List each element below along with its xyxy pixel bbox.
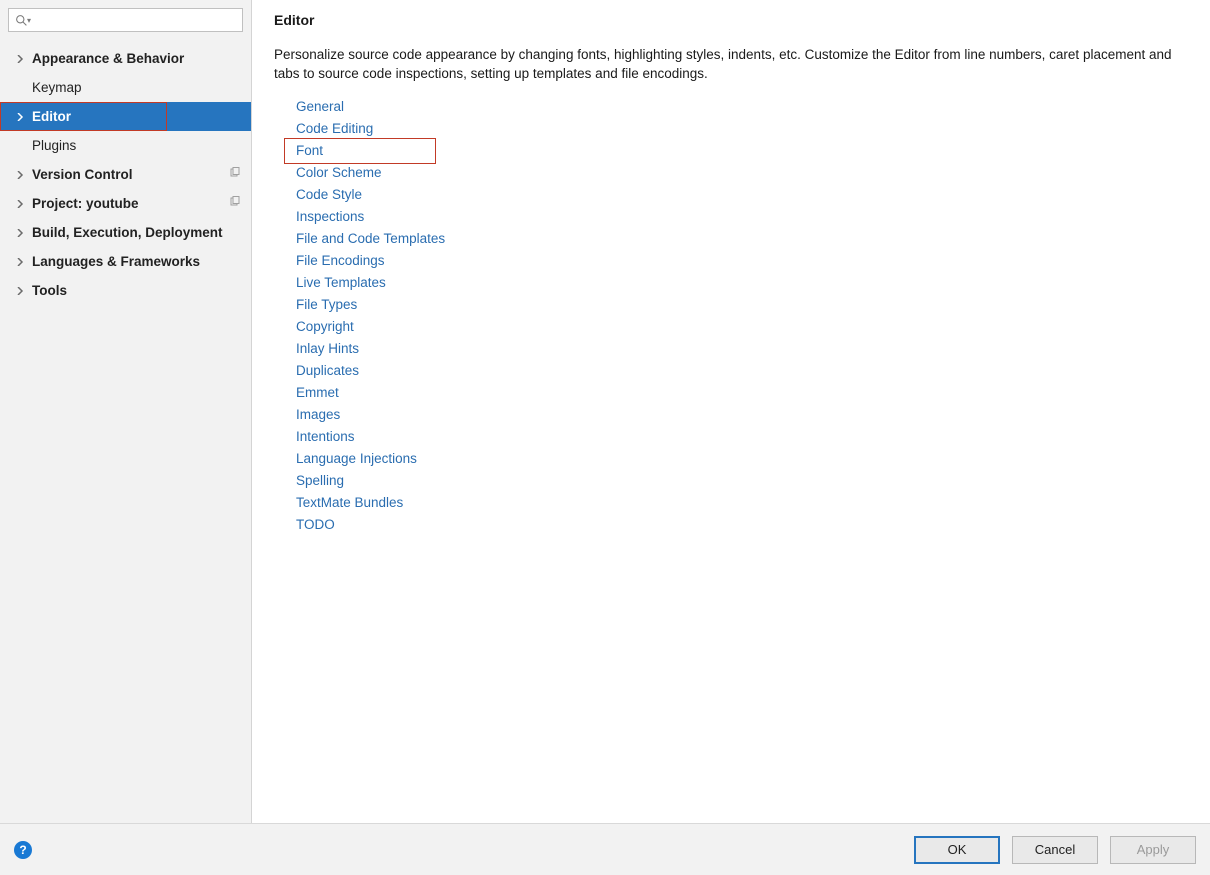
- search-icon: ▾: [15, 14, 31, 27]
- subpage-link-font[interactable]: Font: [296, 140, 1188, 162]
- sidebar-item-label: Build, Execution, Deployment: [32, 225, 223, 240]
- subpage-link-general[interactable]: General: [296, 96, 1188, 118]
- subpage-link-file-and-code-templates[interactable]: File and Code Templates: [296, 228, 1188, 250]
- subpage-link-language-injections[interactable]: Language Injections: [296, 448, 1188, 470]
- help-button[interactable]: ?: [14, 841, 32, 859]
- sidebar-item-keymap[interactable]: Keymap: [0, 73, 251, 102]
- subpage-link-copyright[interactable]: Copyright: [296, 316, 1188, 338]
- subpage-link-duplicates[interactable]: Duplicates: [296, 360, 1188, 382]
- dialog-button-bar: ? OK Cancel Apply: [0, 823, 1210, 875]
- subpage-link-file-types[interactable]: File Types: [296, 294, 1188, 316]
- chevron-right-icon: [12, 287, 28, 295]
- sidebar-item-version-control[interactable]: Version Control: [0, 160, 251, 189]
- page-description: Personalize source code appearance by ch…: [274, 46, 1188, 84]
- subpage-link-color-scheme[interactable]: Color Scheme: [296, 162, 1188, 184]
- chevron-right-icon: [12, 55, 28, 63]
- chevron-right-icon: [12, 171, 28, 179]
- project-scope-icon: [229, 167, 241, 182]
- subpage-link-intentions[interactable]: Intentions: [296, 426, 1188, 448]
- subpage-link-file-encodings[interactable]: File Encodings: [296, 250, 1188, 272]
- sidebar-item-label: Languages & Frameworks: [32, 254, 200, 269]
- subpage-link-textmate-bundles[interactable]: TextMate Bundles: [296, 492, 1188, 514]
- sidebar-item-appearance-behavior[interactable]: Appearance & Behavior: [0, 44, 251, 73]
- sidebar-item-label: Keymap: [32, 80, 82, 95]
- sidebar-item-project-youtube[interactable]: Project: youtube: [0, 189, 251, 218]
- sidebar-item-tools[interactable]: Tools: [0, 276, 251, 305]
- subpage-link-live-templates[interactable]: Live Templates: [296, 272, 1188, 294]
- subpage-link-todo[interactable]: TODO: [296, 514, 1188, 536]
- settings-sidebar: ▾ Appearance & Behavior Keymap Editor Plugi…: [0, 0, 252, 823]
- sidebar-item-label: Editor: [32, 109, 71, 124]
- sidebar-item-languages-frameworks[interactable]: Languages & Frameworks: [0, 247, 251, 276]
- page-title: Editor: [274, 12, 1188, 28]
- subpage-link-spelling[interactable]: Spelling: [296, 470, 1188, 492]
- subpage-link-emmet[interactable]: Emmet: [296, 382, 1188, 404]
- chevron-right-icon: [12, 258, 28, 266]
- subpage-link-images[interactable]: Images: [296, 404, 1188, 426]
- sidebar-item-label: Appearance & Behavior: [32, 51, 184, 66]
- cancel-button[interactable]: Cancel: [1012, 836, 1098, 864]
- subpage-link-inspections[interactable]: Inspections: [296, 206, 1188, 228]
- settings-content: Editor Personalize source code appearanc…: [252, 0, 1210, 823]
- sidebar-item-label: Plugins: [32, 138, 76, 153]
- project-scope-icon: [229, 196, 241, 211]
- chevron-right-icon: [12, 113, 28, 121]
- settings-tree: Appearance & Behavior Keymap Editor Plugins…: [0, 38, 251, 823]
- chevron-right-icon: [12, 229, 28, 237]
- ok-button[interactable]: OK: [914, 836, 1000, 864]
- chevron-right-icon: [12, 200, 28, 208]
- sidebar-item-label: Tools: [32, 283, 67, 298]
- sidebar-item-editor[interactable]: Editor: [0, 102, 251, 131]
- sidebar-item-plugins[interactable]: Plugins: [0, 131, 251, 160]
- sidebar-item-build-execution-deployment[interactable]: Build, Execution, Deployment: [0, 218, 251, 247]
- editor-subpage-links: GeneralCode EditingFontColor SchemeCode …: [274, 96, 1188, 536]
- search-box[interactable]: ▾: [8, 8, 243, 32]
- subpage-link-code-style[interactable]: Code Style: [296, 184, 1188, 206]
- subpage-link-inlay-hints[interactable]: Inlay Hints: [296, 338, 1188, 360]
- apply-button[interactable]: Apply: [1110, 836, 1196, 864]
- search-input[interactable]: [35, 13, 236, 28]
- sidebar-item-label: Version Control: [32, 167, 133, 182]
- subpage-link-code-editing[interactable]: Code Editing: [296, 118, 1188, 140]
- sidebar-item-label: Project: youtube: [32, 196, 139, 211]
